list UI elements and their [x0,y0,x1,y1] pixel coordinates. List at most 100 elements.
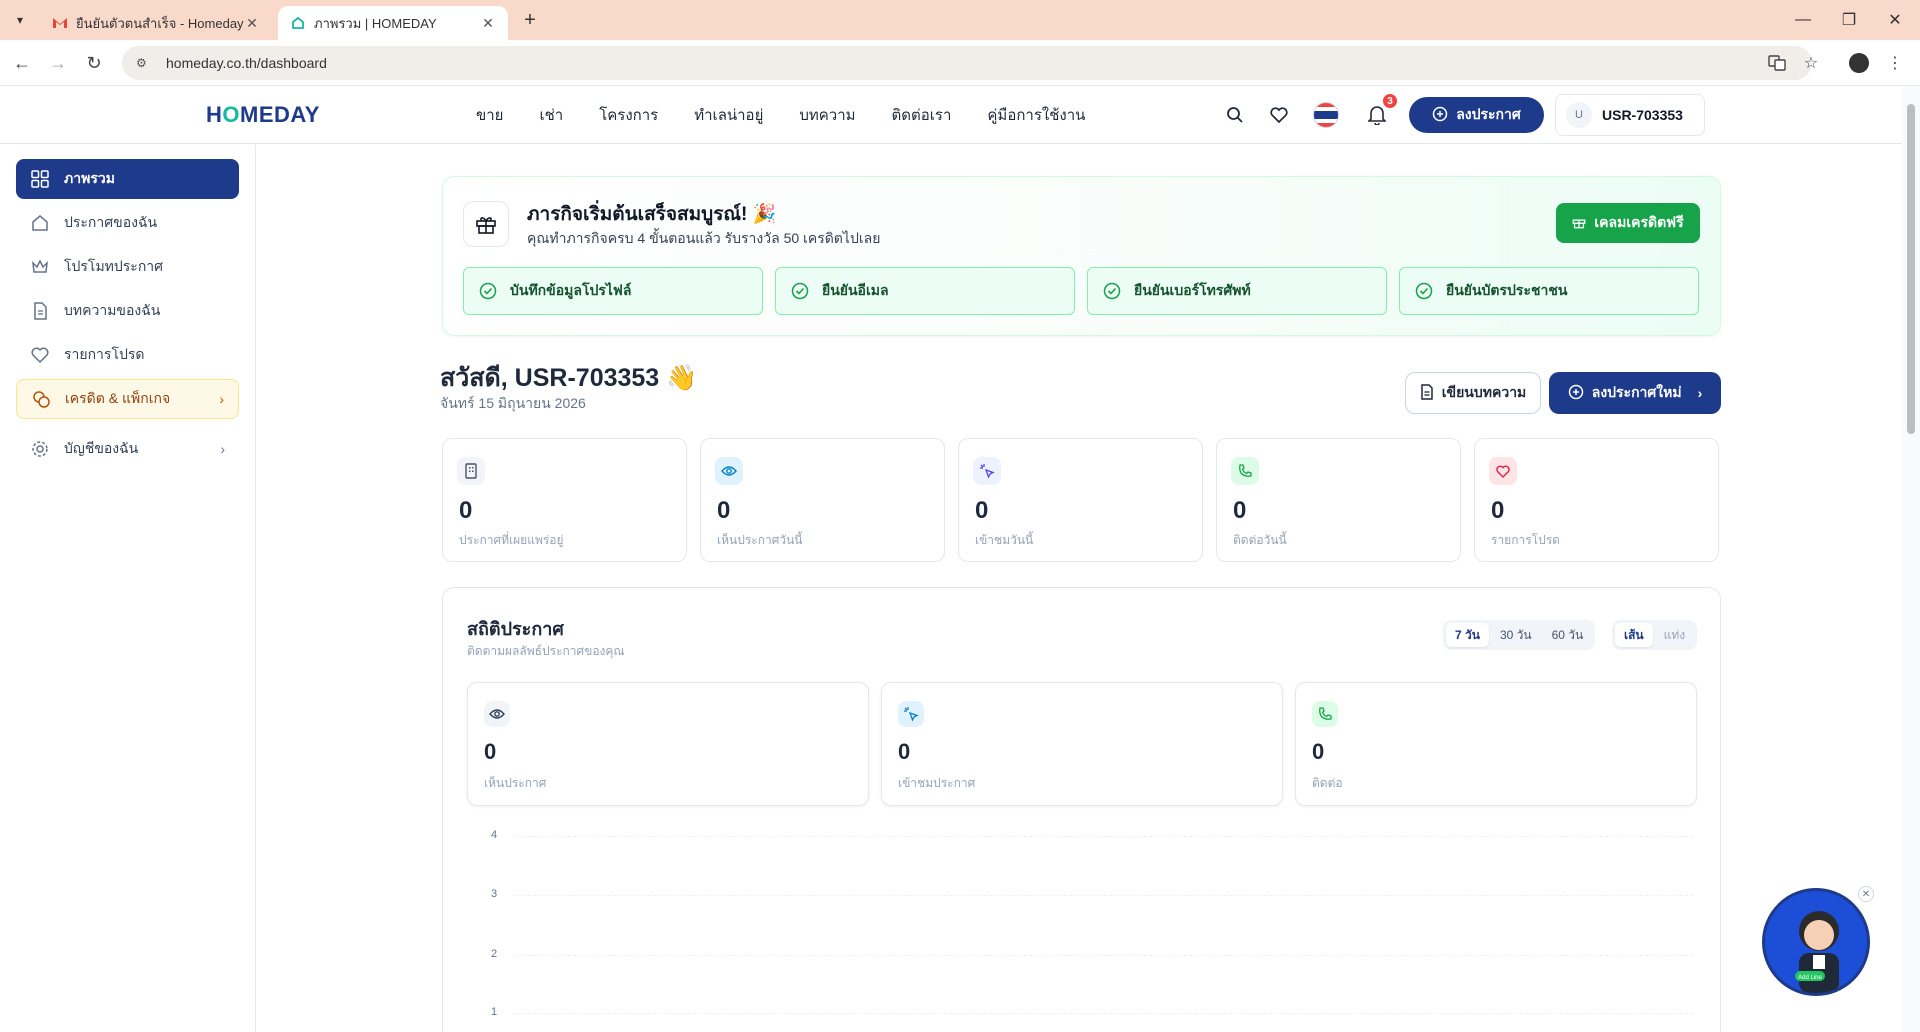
sidebar-item-overview[interactable]: ภาพรวม [16,159,239,199]
mission-step-profile: บันทึกข้อมูลโปรไฟล์ [463,267,763,315]
site-info-icon[interactable]: ⚙ [136,56,154,70]
chart-type-line[interactable]: เส้น [1615,623,1653,647]
username: USR-703353 [1602,107,1683,123]
metric-value: 0 [484,739,497,764]
post-listing-label: ลงประกาศ [1456,106,1521,122]
user-menu-button[interactable]: U USR-703353 [1555,94,1705,136]
summary-value: 0 [975,497,989,524]
claim-credit-label: เคลมเครดิตฟรี [1594,214,1684,230]
homeday-icon [290,15,306,31]
translate-icon[interactable] [1764,50,1790,76]
close-window-icon[interactable]: ✕ [1872,0,1918,40]
nav-rent[interactable]: เช่า [539,103,563,127]
sidebar-item-my-listings[interactable]: ประกาศของฉัน [16,203,239,243]
sidebar-item-promote[interactable]: โปรโมทประกาศ [16,247,239,287]
click-icon [973,457,1001,485]
browser-tab-bar: ▾ ยืนยันตัวตนสำเร็จ - Homeday - ก... ✕ ภ… [0,0,1920,40]
avatar: U [1566,102,1592,128]
close-widget-icon[interactable]: ✕ [1858,886,1874,902]
eye-icon [484,701,510,727]
write-article-button[interactable]: เขียนบทความ [1405,372,1541,414]
homeday-logo[interactable]: HOMEDAY [206,102,320,128]
stats-title: สถิติประกาศ [467,619,564,639]
chart-gridline [513,955,1693,956]
y-tick-label: 3 [491,888,498,900]
line-chat-mascot-widget[interactable]: Add Line [1762,888,1870,996]
metric-label: เข้าชมประกาศ [898,776,976,790]
mission-step-label: บันทึกข้อมูลโปรไฟล์ [510,282,632,298]
nav-contact[interactable]: ติดต่อเรา [892,103,952,127]
nav-sell[interactable]: ขาย [476,103,503,127]
write-article-label: เขียนบทความ [1441,384,1527,400]
chevron-right-icon: › [219,391,224,407]
chart-gridline [513,1013,1693,1014]
tab-title: ยืนยันตัวตนสำเร็จ - Homeday - ก... [76,15,244,31]
listing-stats-panel: สถิติประกาศ ติดตามผลลัพธ์ประกาศของคุณ 7 … [442,587,1721,1032]
nav-articles[interactable]: บทความ [799,103,855,127]
bookmark-star-icon[interactable]: ☆ [1798,50,1824,76]
y-tick-label: 1 [491,1006,498,1018]
sidebar-item-account[interactable]: บัญชีของฉัน › [16,429,239,469]
browser-tab-gmail[interactable]: ยืนยันตัวตนสำเร็จ - Homeday - ก... ✕ [40,6,272,40]
sidebar-item-my-articles[interactable]: บทความของฉัน [16,291,239,331]
chart-type-bar[interactable]: แท่ง [1655,623,1695,647]
close-tab-icon[interactable]: ✕ [244,15,260,32]
close-tab-icon[interactable]: ✕ [480,15,496,32]
reload-icon[interactable]: ↻ [80,49,108,77]
summary-label: เห็นประกาศวันนี้ [717,533,803,547]
range-option-30d[interactable]: 30 วัน [1491,623,1541,647]
sidebar-item-label: บัญชีของฉัน [64,440,139,456]
claim-credit-button[interactable]: เคลมเครดิตฟรี [1556,203,1700,243]
summary-card-active-listings: 0 ประกาศที่เผยแพร่อยู่ [442,438,687,562]
mission-step-label: ยืนยันอีเมล [822,282,889,298]
mission-banner: ภารกิจเริ่มต้นเสร็จสมบูรณ์! 🎉 คุณทำภารกิ… [442,176,1721,336]
range-selector: 7 วัน 30 วัน 60 วัน [1443,620,1596,650]
mission-step-id-card: ยืนยันบัตรประชาชน [1399,267,1699,315]
mission-subtitle: คุณทำภารกิจครบ 4 ขั้นตอนแล้ว รับรางวัล 5… [527,230,881,246]
greeting-date: จันทร์ 15 มิถุนายน 2026 [440,395,586,411]
mission-step-phone: ยืนยันเบอร์โทรศัพท์ [1087,267,1387,315]
nav-projects[interactable]: โครงการ [599,103,658,127]
sidebar-item-favorites[interactable]: รายการโปรด [16,335,239,375]
mission-step-email: ยืนยันอีเมล [775,267,1075,315]
heart-icon [1489,457,1517,485]
metric-card-contacts: 0 ติดต่อ [1295,682,1697,806]
post-listing-button[interactable]: ลงประกาศ [1409,97,1544,133]
sidebar-item-credits[interactable]: เครดิต & แพ็กเกจ › [16,379,239,419]
thai-flag-language-icon[interactable] [1313,102,1339,128]
check-circle-icon [1102,281,1122,301]
new-tab-button[interactable]: + [518,8,542,32]
mascot-illustration: Add Line [1795,911,1839,993]
sidebar-item-label: ประกาศของฉัน [64,214,158,230]
plus-circle-icon [1568,384,1584,403]
minimize-icon[interactable]: — [1780,0,1826,40]
scrollbar-thumb[interactable] [1907,104,1915,434]
favorites-heart-icon[interactable] [1266,102,1292,128]
gear-icon [30,439,50,459]
sidebar-item-label: รายการโปรด [64,346,145,362]
tab-search-icon[interactable]: ▾ [10,10,30,30]
summary-card-views-today: 0 เข้าชมวันนี้ [958,438,1203,562]
nav-guide[interactable]: คู่มือการใช้งาน [987,103,1085,127]
nav-locations[interactable]: ทำเลน่าอยู่ [694,103,763,127]
forward-icon[interactable]: → [44,49,72,77]
metric-card-impressions: 0 เห็นประกาศ [467,682,869,806]
range-option-60d[interactable]: 60 วัน [1543,623,1593,647]
sidebar-item-label: ภาพรวม [64,170,115,186]
search-icon[interactable] [1222,102,1248,128]
page-scrollbar[interactable] [1902,86,1920,1032]
greeting-title: สวัสดี, USR-703353 👋 [440,364,698,392]
browser-menu-icon[interactable]: ⋮ [1882,50,1908,76]
crown-icon [30,257,50,277]
url-text: homeday.co.th/dashboard [166,55,327,71]
range-option-7d[interactable]: 7 วัน [1446,623,1489,647]
browser-tab-homeday[interactable]: ภาพรวม | HOMEDAY ✕ [278,6,508,40]
profile-avatar-icon[interactable] [1846,50,1872,76]
restore-icon[interactable]: ❐ [1826,0,1872,40]
chart-gridline [513,895,1693,896]
new-listing-button[interactable]: ลงประกาศใหม่ › [1549,372,1721,414]
document-icon [30,301,50,321]
back-icon[interactable]: ← [8,49,36,77]
url-field[interactable]: ⚙ homeday.co.th/dashboard [122,46,1812,80]
phone-icon [1231,457,1259,485]
